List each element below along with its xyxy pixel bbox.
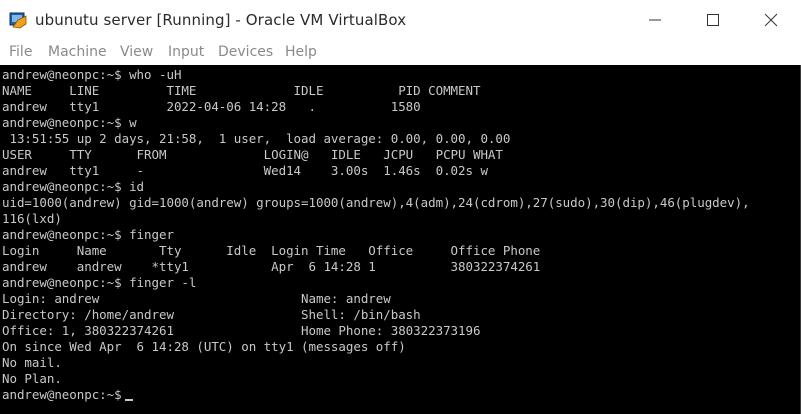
terminal-line: uid=1000(andrew) gid=1000(andrew) groups…: [2, 195, 750, 210]
close-button[interactable]: [742, 0, 800, 40]
menu-help[interactable]: Help: [285, 44, 317, 60]
terminal-line: andrew@neonpc:~$ finger -l: [2, 275, 197, 290]
terminal-line: andrew@neonpc:~$ who -uH: [2, 67, 182, 82]
menu-machine[interactable]: Machine: [48, 44, 107, 60]
maximize-icon: [707, 14, 719, 26]
window-title: ubunutu server [Running] - Oracle VM Vir…: [35, 11, 407, 29]
terminal-line: No mail.: [2, 355, 62, 370]
text-cursor: [124, 399, 133, 401]
menu-input[interactable]: Input: [168, 44, 204, 60]
terminal-line: No Plan.: [2, 371, 62, 386]
terminal-line: andrew@neonpc:~$ id: [2, 179, 145, 194]
terminal-prompt-line: andrew@neonpc:~$: [2, 387, 133, 403]
terminal-line: Directory: /home/andrew Shell: /bin/bash: [2, 307, 421, 322]
terminal-line: On since Wed Apr 6 14:28 (UTC) on tty1 (…: [2, 339, 406, 354]
terminal-line: 116(lxd): [2, 211, 62, 226]
terminal-line: andrew@neonpc:~$ finger: [2, 227, 174, 242]
terminal-prompt: andrew@neonpc:~$: [2, 387, 122, 402]
terminal-line: andrew tty1 2022-04-06 14:28 . 1580: [2, 99, 421, 114]
terminal-line: andrew@neonpc:~$ w: [2, 115, 137, 130]
terminal-line: Office: 1, 380322374261 Home Phone: 3803…: [2, 323, 481, 338]
menu-file[interactable]: File: [9, 44, 32, 60]
terminal-line: Login Name Tty Idle Login Time Office Of…: [2, 243, 541, 258]
terminal-line: andrew tty1 - Wed14 3.00s 1.46s 0.02s w: [2, 163, 488, 178]
menu-devices[interactable]: Devices: [218, 44, 273, 60]
maximize-button[interactable]: [684, 0, 742, 40]
close-icon: [764, 13, 778, 27]
minimize-button[interactable]: [626, 0, 684, 40]
terminal-line: USER TTY FROM LOGIN@ IDLE JCPU PCPU WHAT: [2, 147, 503, 162]
terminal-line: andrew andrew *tty1 Apr 6 14:28 1 380322…: [2, 259, 541, 274]
menu-view[interactable]: View: [120, 44, 153, 60]
minimize-icon: [649, 19, 661, 21]
vm-screen-terminal[interactable]: andrew@neonpc:~$ who -uH NAME LINE TIME …: [0, 65, 801, 414]
virtualbox-icon: [9, 11, 27, 29]
menu-bar: File Machine View Input Devices Help: [0, 40, 801, 65]
title-bar[interactable]: ubunutu server [Running] - Oracle VM Vir…: [0, 0, 801, 40]
terminal-line: NAME LINE TIME IDLE PID COMMENT: [2, 83, 481, 98]
terminal-line: Login: andrew Name: andrew: [2, 291, 391, 306]
terminal-line: 13:51:55 up 2 days, 21:58, 1 user, load …: [2, 131, 511, 146]
